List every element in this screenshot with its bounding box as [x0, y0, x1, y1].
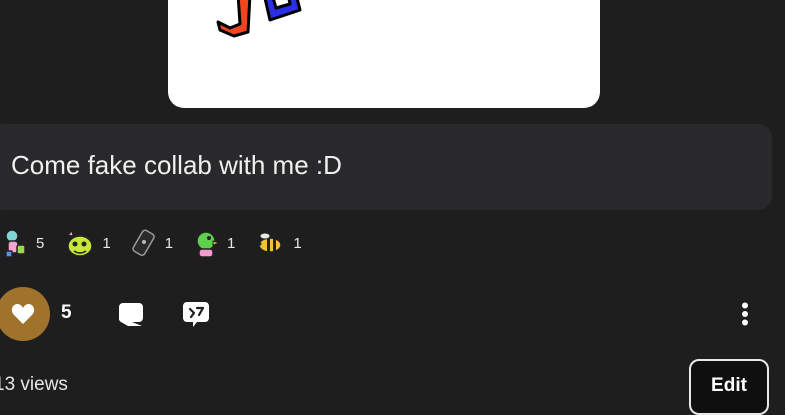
reaction-count: 1: [227, 234, 236, 252]
comment-button[interactable]: [116, 299, 146, 329]
reaction-count: 5: [36, 234, 45, 252]
reactions-bar: 5 1 1 1 1: [0, 226, 320, 260]
reaction-count: 1: [164, 234, 174, 252]
reaction-item[interactable]: 5: [0, 226, 44, 260]
caption-box: Come fake collab with me :D: [0, 124, 772, 210]
reaction-item[interactable]: 1: [62, 226, 111, 260]
like-button[interactable]: [0, 287, 50, 341]
sticker-character-icon: [5, 229, 26, 258]
sticker-green-bird-icon: [196, 231, 221, 258]
post-image[interactable]: [168, 0, 600, 108]
reaction-count: 1: [102, 234, 111, 252]
remix-icon: [183, 302, 209, 327]
sticker-green-creature-icon: [67, 229, 94, 257]
comment-icon: [118, 303, 143, 326]
reaction-item[interactable]: 1: [253, 226, 302, 260]
post-caption: Come fake collab with me :D: [11, 150, 342, 180]
sticker-phone-icon: [131, 229, 155, 257]
remix-button[interactable]: [180, 298, 212, 330]
reaction-item[interactable]: 1: [129, 226, 173, 260]
like-count: 5: [61, 302, 72, 323]
reaction-count: 1: [293, 234, 302, 252]
sticker-bee-icon: [258, 232, 283, 253]
view-count: 13 views: [0, 374, 68, 395]
heart-icon: [11, 304, 35, 324]
more-vertical-icon: [742, 302, 748, 326]
reaction-item[interactable]: 1: [191, 226, 235, 260]
drawing-artwork: [216, 0, 302, 38]
more-options-button[interactable]: [733, 300, 757, 328]
edit-button[interactable]: Edit: [689, 359, 769, 415]
